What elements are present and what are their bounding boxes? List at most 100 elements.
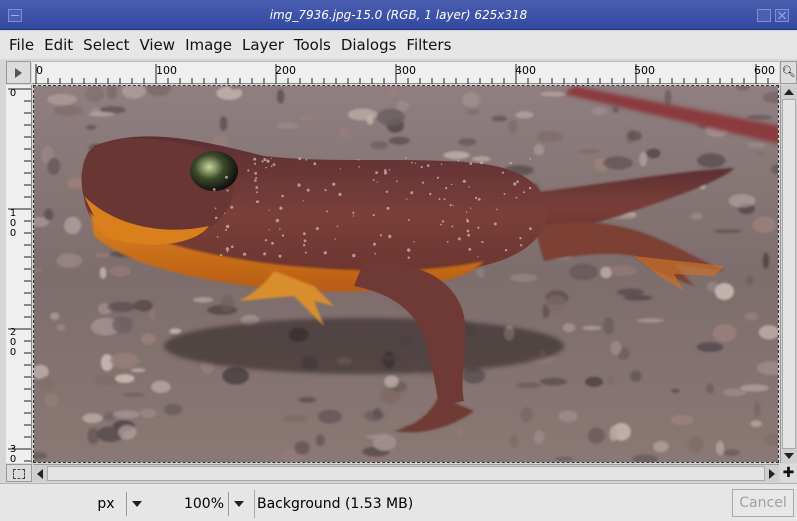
gravel-pebble <box>670 414 695 426</box>
image-canvas[interactable] <box>33 85 779 463</box>
skin-speckle <box>429 192 432 196</box>
gravel-pebble <box>722 388 747 397</box>
gravel-pebble <box>716 440 725 456</box>
gravel-pebble <box>588 427 605 444</box>
horizontal-ruler[interactable]: 0 100 200 300 400 500 600 <box>32 61 779 84</box>
skin-speckle <box>411 161 413 164</box>
skin-speckle <box>230 205 234 209</box>
gravel-pebble <box>370 141 389 150</box>
skin-speckle <box>303 232 306 236</box>
skin-speckle <box>516 180 519 183</box>
horizontal-scrollbar[interactable] <box>33 464 779 482</box>
zoom-image-icon[interactable]: 🔍︎ <box>780 61 797 84</box>
gravel-pebble <box>297 115 314 121</box>
skin-speckle <box>279 228 281 230</box>
skin-speckle <box>443 198 446 201</box>
skin-speckle <box>243 252 247 256</box>
cancel-button[interactable]: Cancel <box>732 489 794 517</box>
skin-speckle <box>297 183 301 187</box>
skin-speckle <box>469 162 473 165</box>
gravel-pebble <box>103 411 116 421</box>
scroll-left-icon[interactable] <box>37 469 43 479</box>
gravel-pebble <box>630 370 642 382</box>
menu-edit[interactable]: Edit <box>39 36 78 54</box>
gravel-pebble <box>491 115 508 122</box>
skin-speckle <box>226 189 229 192</box>
skin-speckle <box>515 196 518 199</box>
horizontal-scroll-thumb[interactable] <box>47 466 765 481</box>
skin-speckle <box>481 240 484 244</box>
skin-speckle <box>225 175 228 179</box>
salamander-photo <box>34 86 778 462</box>
gravel-pebble <box>163 403 183 416</box>
menu-filters[interactable]: Filters <box>401 36 456 54</box>
skin-speckle <box>225 229 227 231</box>
image-menu-button[interactable] <box>6 61 31 84</box>
skin-speckle <box>474 196 478 200</box>
gravel-pebble <box>110 352 138 369</box>
navigate-icon[interactable]: ✚ <box>780 464 797 482</box>
skin-speckle <box>457 237 461 241</box>
skin-speckle <box>480 161 483 165</box>
menu-dialogs[interactable]: Dialogs <box>336 36 402 54</box>
gravel-pebble <box>192 297 214 303</box>
menu-image[interactable]: Image <box>180 36 237 54</box>
gravel-pebble <box>294 441 310 455</box>
gravel-pebble <box>373 407 382 419</box>
vertical-scrollbar[interactable] <box>780 85 797 463</box>
gravel-pebble <box>750 420 762 427</box>
close-button[interactable] <box>775 9 789 22</box>
skin-speckle <box>323 251 327 255</box>
vertical-scroll-thumb[interactable] <box>782 99 796 449</box>
scroll-down-icon[interactable] <box>784 453 794 459</box>
unit-dropdown-icon[interactable] <box>126 492 146 516</box>
menu-layer[interactable]: Layer <box>237 36 289 54</box>
skin-speckle <box>513 182 517 186</box>
menu-view[interactable]: View <box>134 36 180 54</box>
maximize-button[interactable] <box>757 9 771 22</box>
skin-speckle <box>468 248 472 251</box>
skin-speckle <box>275 218 280 223</box>
status-bar: px 100% Background (1.53 MB) Cancel <box>0 483 797 521</box>
skin-speckle <box>220 253 223 257</box>
gravel-pebble <box>690 212 703 220</box>
gravel-pebble <box>113 410 140 419</box>
ruler-label-100: 100 <box>156 64 177 77</box>
quick-mask-toggle[interactable] <box>6 464 32 482</box>
skin-speckle <box>519 237 522 240</box>
skin-speckle <box>263 158 267 162</box>
vertical-ruler[interactable]: 0 1 0 0 2 0 0 3 0 <box>6 85 32 465</box>
skin-speckle <box>279 206 283 210</box>
gravel-pebble <box>53 105 83 117</box>
skin-speckle <box>457 159 460 162</box>
gravel-pebble <box>609 265 637 276</box>
skin-speckle <box>253 157 257 161</box>
skin-speckle <box>379 234 383 237</box>
scroll-right-icon[interactable] <box>769 469 775 479</box>
zoom-dropdown-icon[interactable] <box>228 492 248 516</box>
skin-speckle <box>303 239 307 243</box>
menu-tools[interactable]: Tools <box>289 36 336 54</box>
menu-file[interactable]: File <box>4 36 39 54</box>
gravel-pebble <box>112 316 133 334</box>
skin-speckle <box>496 208 498 211</box>
menu-bar: File Edit Select View Image Layer Tools … <box>0 31 797 59</box>
gravel-pebble <box>585 376 603 387</box>
skin-speckle <box>420 165 423 169</box>
menu-select[interactable]: Select <box>78 36 134 54</box>
gravel-pebble <box>50 312 60 320</box>
skin-speckle <box>352 215 355 217</box>
gravel-pebble <box>85 86 105 102</box>
gravel-pebble <box>758 325 778 340</box>
gravel-pebble <box>508 119 518 134</box>
scroll-up-icon[interactable] <box>784 89 794 95</box>
skin-speckle <box>305 158 308 161</box>
skin-speckle <box>468 186 471 188</box>
gravel-pebble <box>671 388 680 393</box>
gravel-pebble <box>276 122 299 129</box>
gravel-pebble <box>222 367 249 385</box>
gravel-pebble <box>366 434 388 440</box>
skin-speckle <box>385 190 389 193</box>
gravel-pebble <box>612 105 620 113</box>
gravel-pebble <box>134 299 153 312</box>
